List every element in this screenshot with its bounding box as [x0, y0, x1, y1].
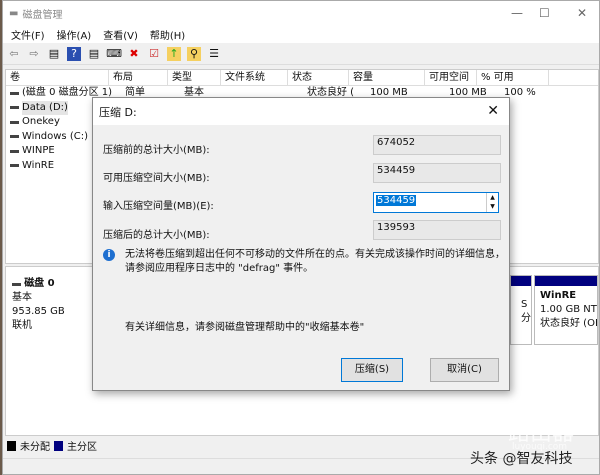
info-icon: i — [103, 249, 115, 261]
volume-name: Onekey — [22, 116, 60, 127]
col-capacity[interactable]: 容量 — [349, 70, 425, 85]
dialog-title-bar: 压缩 D: — [93, 98, 509, 125]
col-type[interactable]: 类型 — [168, 70, 221, 85]
disk-type: 基本 — [12, 292, 32, 303]
partition-name: WinRE — [540, 290, 577, 301]
dialog-title: 压缩 D: — [99, 105, 137, 119]
partition-winre[interactable]: WinRE 1.00 GB NTF 状态良好 (OE — [534, 275, 598, 345]
drive-icon — [10, 106, 19, 110]
watermark-author: 头条 @智友科技 — [470, 451, 573, 467]
size-after-label: 压缩后的总计大小(MB): — [103, 230, 210, 241]
disk-size: 953.85 GB — [12, 306, 65, 317]
col-status[interactable]: 状态 — [288, 70, 349, 85]
close-button[interactable]: ✕ — [577, 6, 587, 20]
table-header: 卷 布局 类型 文件系统 状态 容量 可用空间 % 可用 — [6, 70, 598, 86]
shrink-amount-label: 输入压缩空间量(MB)(E): — [103, 201, 214, 212]
legend-primary: 主分区 — [67, 442, 97, 453]
dialog-close-button[interactable]: ✕ — [487, 103, 499, 119]
shrink-dialog: 压缩 D: ✕ 压缩前的总计大小(MB): 674052 可用压缩空间大小(MB… — [92, 97, 510, 391]
maximize-button[interactable]: ☐ — [539, 6, 550, 20]
drive-icon — [10, 149, 19, 153]
forward-icon[interactable]: ⇨ — [27, 47, 41, 61]
cancel-button[interactable]: 取消(C) — [430, 358, 499, 382]
spin-down-icon[interactable]: ▼ — [487, 202, 498, 211]
disk-0-info[interactable]: 磁盘 0 基本 953.85 GB 联机 — [12, 277, 65, 333]
legend: 未分配 主分区 — [7, 438, 97, 453]
col-filesystem[interactable]: 文件系统 — [221, 70, 288, 85]
col-percent-free[interactable]: % 可用 — [477, 70, 549, 85]
spin-buttons[interactable]: ▲ ▼ — [486, 193, 498, 212]
app-icon: ▬ — [9, 7, 19, 19]
col-volume[interactable]: 卷 — [6, 70, 109, 85]
drive-icon — [10, 164, 19, 168]
unallocated-swatch — [7, 440, 16, 451]
disk-icon — [12, 283, 21, 286]
shrink-button[interactable]: 压缩(S) — [341, 358, 403, 382]
available-shrink-value: 534459 — [373, 163, 501, 183]
legend-unallocated: 未分配 — [20, 442, 50, 453]
toolbar: ⇦ ⇨ ▤ ? ▤ ⌨ ✖ ☑ ↑ ⚲ ☰ — [3, 43, 599, 65]
available-shrink-label: 可用压缩空间大小(MB): — [103, 173, 210, 184]
back-icon[interactable]: ⇦ — [7, 47, 21, 61]
partition-size: 1.00 GB NTF — [540, 304, 598, 315]
menu-help[interactable]: 帮助(H) — [150, 27, 185, 42]
info-text: 无法将卷压缩到超出任何不可移动的文件所在的点。有关完成该操作时间的详细信息，请参… — [125, 249, 505, 274]
delete-icon[interactable]: ✖ — [127, 47, 141, 61]
size-before-value: 674052 — [373, 135, 501, 155]
volume-name: WINPE — [22, 145, 55, 156]
menu-view[interactable]: 查看(V) — [103, 27, 138, 42]
connect-icon[interactable]: ⌨ — [106, 47, 122, 61]
spin-up-icon[interactable]: ▲ — [487, 193, 498, 202]
menu-action[interactable]: 操作(A) — [57, 27, 92, 42]
partition-status: 状态良好 (OE — [540, 318, 598, 329]
size-before-label: 压缩前的总计大小(MB): — [103, 145, 210, 156]
console-tree-icon[interactable]: ▤ — [47, 47, 61, 61]
help-icon[interactable]: ? — [67, 46, 81, 61]
drive-icon — [10, 135, 19, 139]
partition-text: 分 — [521, 313, 531, 324]
minimize-button[interactable]: — — [511, 6, 523, 20]
col-free[interactable]: 可用空间 — [425, 70, 477, 85]
primary-swatch — [54, 440, 63, 451]
partition-text: S — [521, 299, 528, 310]
volume-name: Windows (C:) — [22, 130, 88, 142]
shrink-amount-value[interactable]: 534459 — [376, 195, 417, 206]
disk-status: 联机 — [12, 320, 32, 331]
drive-icon — [10, 91, 19, 95]
help-text: 有关详细信息，请参阅磁盘管理帮助中的"收缩基本卷" — [125, 322, 365, 333]
window-title: 磁盘管理 — [22, 9, 63, 21]
folder-search-icon[interactable]: ⚲ — [187, 46, 201, 61]
check-icon[interactable]: ☑ — [147, 47, 161, 61]
properties-icon[interactable]: ▤ — [87, 47, 101, 61]
col-layout[interactable]: 布局 — [109, 70, 168, 85]
menu-file[interactable]: 文件(F) — [11, 27, 45, 42]
size-after-value: 139593 — [373, 220, 501, 240]
disk-name: 磁盘 0 — [24, 278, 55, 289]
shrink-amount-input[interactable]: 534459 ▲ ▼ — [373, 192, 499, 213]
folder-up-icon[interactable]: ↑ — [167, 46, 181, 61]
menu-bar: 文件(F) 操作(A) 查看(V) 帮助(H) — [3, 25, 599, 43]
volume-name: Data (D:) — [22, 100, 68, 115]
partition-partial[interactable]: S分 — [510, 275, 532, 345]
drive-icon — [10, 120, 19, 124]
title-bar: ▬ 磁盘管理 — ☐ ✕ — [3, 1, 599, 25]
volume-name: WinRE — [22, 159, 55, 171]
list-icon[interactable]: ☰ — [207, 47, 221, 61]
